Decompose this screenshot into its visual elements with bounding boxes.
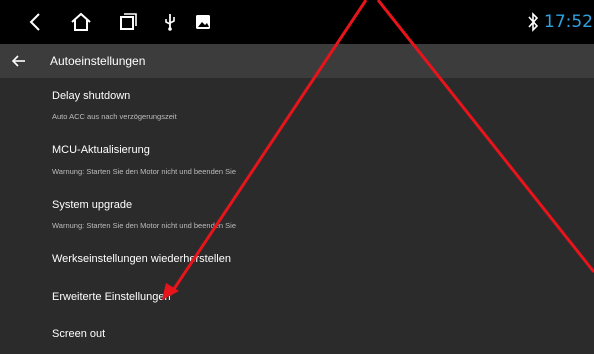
page-title: Autoeinstellungen bbox=[50, 54, 146, 68]
setting-subtitle: Auto ACC aus nach verzögerungszeit bbox=[52, 112, 177, 121]
back-icon[interactable] bbox=[22, 0, 48, 44]
setting-delay-shutdown[interactable]: Delay shutdown Auto ACC aus nach verzöge… bbox=[0, 80, 594, 130]
setting-title: Werkseinstellungen wiederherstellen bbox=[52, 253, 231, 265]
setting-advanced-settings[interactable]: Erweiterte Einstellungen bbox=[0, 282, 594, 314]
bluetooth-icon bbox=[524, 0, 542, 44]
status-clock: 17:52 bbox=[544, 12, 593, 32]
setting-factory-reset[interactable]: Werkseinstellungen wiederherstellen bbox=[0, 245, 594, 277]
setting-title: Screen out bbox=[52, 328, 106, 340]
recents-icon[interactable] bbox=[114, 0, 142, 44]
gallery-icon bbox=[192, 0, 214, 44]
setting-mcu-update[interactable]: MCU-Aktualisierung Warnung: Starten Sie … bbox=[0, 135, 594, 185]
setting-subtitle: Warnung: Starten Sie den Motor nicht und… bbox=[52, 167, 237, 176]
home-icon[interactable] bbox=[66, 0, 96, 44]
status-bar: 17:52 bbox=[0, 0, 594, 44]
setting-screen-out[interactable]: Screen out bbox=[0, 318, 594, 350]
arrow-left-icon[interactable] bbox=[12, 44, 32, 78]
setting-subtitle: Warnung: Starten Sie den Motor nicht und… bbox=[52, 221, 237, 230]
setting-title: System upgrade bbox=[52, 199, 133, 211]
setting-title: Delay shutdown bbox=[52, 90, 131, 102]
setting-title: Erweiterte Einstellungen bbox=[52, 291, 171, 303]
setting-title: MCU-Aktualisierung bbox=[52, 144, 150, 156]
setting-system-upgrade[interactable]: System upgrade Warnung: Starten Sie den … bbox=[0, 190, 594, 240]
app-header: Autoeinstellungen bbox=[0, 44, 594, 78]
usb-icon bbox=[160, 0, 180, 44]
